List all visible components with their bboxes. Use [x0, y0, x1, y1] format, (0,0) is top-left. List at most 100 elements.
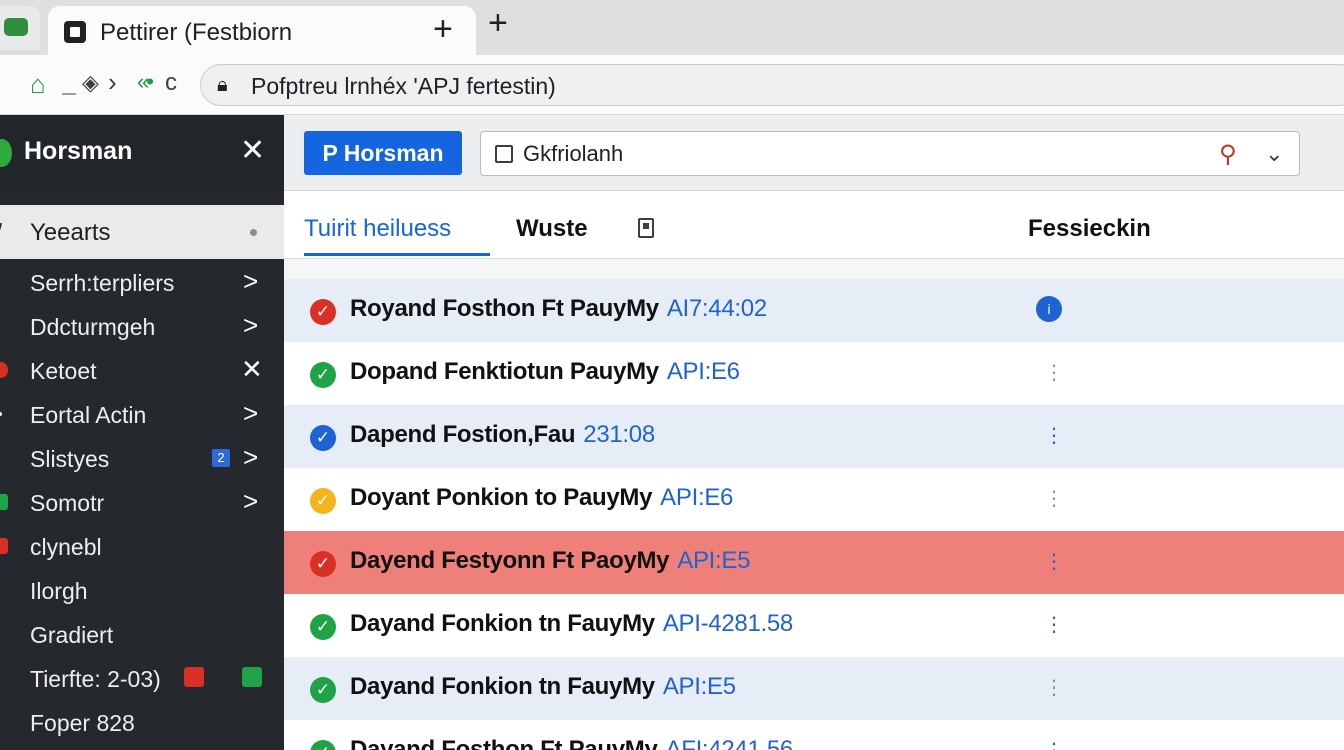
row-text: Royand Fosthon Ft PauyMy AI7:44:02: [350, 295, 767, 323]
sidebar: Horsman ✕ / Yeearts Serrh:terpliers > Dd…: [0, 115, 284, 750]
search-field[interactable]: ⚲ ⌄: [480, 131, 1300, 176]
sidebar-item[interactable]: Serrh:terpliers >: [0, 260, 284, 304]
table-row[interactable]: ✓ Dayand Fosthon Ft PauyMy AFI:4241.56 ⋮: [284, 720, 1344, 750]
more-options-icon[interactable]: ⋮: [1044, 612, 1064, 637]
info-icon[interactable]: i: [1036, 296, 1062, 322]
success-status-icon: ✓: [310, 677, 336, 703]
document-icon[interactable]: [638, 218, 654, 238]
sidebar-item-label: Foper 828: [30, 710, 135, 736]
row-title: Doyant Ponkion to PauyMy: [350, 484, 653, 511]
address-bar[interactable]: 🔒︎ Pofptreu lrnhéx 'APJ fertestin): [200, 64, 1344, 106]
active-tab-indicator: [304, 253, 490, 256]
table-row[interactable]: ✓ Dayend Festyonn Ft PaoyMy API:E5 ⋮: [284, 531, 1344, 594]
error-status-icon: ✓: [310, 551, 336, 577]
tab-active[interactable]: Tuirit heiluess: [304, 215, 451, 243]
tab-fourth[interactable]: Fessieckin: [1028, 215, 1151, 243]
browser-toolbar: ⌂ ◈ › «• c 🔒︎ Pofptreu lrnhéx 'APJ ferte…: [0, 55, 1344, 115]
sidebar-item[interactable]: Somotr >: [0, 480, 284, 524]
close-icon[interactable]: ✕: [241, 354, 263, 385]
checkbox-icon[interactable]: [495, 145, 513, 163]
brand-button[interactable]: P Horsman: [304, 131, 462, 175]
sidebar-header: Horsman ✕: [0, 115, 284, 191]
sidebar-section-label: Yeearts: [30, 219, 111, 246]
sidebar-item-label: Tierfte: 2-03): [30, 666, 161, 692]
row-code: 231:08: [583, 421, 655, 448]
sidebar-section[interactable]: / Yeearts: [0, 205, 284, 259]
table-row[interactable]: ✓ Dayand Fonkion tn FauyMy API:E5 ⋮: [284, 657, 1344, 720]
tab-favicon-icon: [4, 18, 28, 36]
sidebar-item[interactable]: Eortal Actin >: [0, 392, 284, 436]
dot-icon: [250, 229, 257, 236]
sidebar-item[interactable]: Ddcturmgeh >: [0, 304, 284, 348]
table-row[interactable]: ✓ Royand Fosthon Ft PauyMy AI7:44:02 i: [284, 279, 1344, 342]
success-status-icon: ✓: [310, 614, 336, 640]
tab-add-icon[interactable]: +: [433, 12, 453, 46]
browser-tab-strip: Pettirer (Festbiorn + +: [0, 0, 1344, 55]
address-text[interactable]: Pofptreu lrnhéx 'APJ fertestin): [251, 73, 556, 100]
more-options-icon[interactable]: ⋮: [1044, 738, 1064, 750]
sidebar-item[interactable]: Tierfte: 2-03): [0, 656, 284, 700]
warning-status-icon: ✓: [310, 488, 336, 514]
close-icon[interactable]: ✕: [240, 133, 265, 168]
row-code: API-4281.58: [662, 610, 793, 637]
sidebar-item[interactable]: Foper 828: [0, 700, 284, 744]
green-flag-icon[interactable]: [242, 667, 262, 687]
sidebar-item[interactable]: clynebl: [0, 524, 284, 568]
chevron-right-icon: >: [243, 266, 259, 296]
stethoscope-icon[interactable]: ⚲: [1219, 140, 1237, 169]
chevron-right-icon: >: [243, 310, 259, 340]
row-code: AI7:44:02: [666, 295, 767, 322]
row-code: AFI:4241.56: [665, 736, 794, 750]
active-tab[interactable]: Pettirer (Festbiorn +: [48, 6, 476, 55]
red-flag-icon[interactable]: [184, 667, 204, 687]
row-title: Dayand Fonkion tn FauyMy: [350, 610, 655, 637]
row-text: Dopand Fenktiotun PauyMy API:E6: [350, 358, 740, 386]
reload-icon[interactable]: c: [165, 69, 177, 97]
row-title: Dopand Fenktiotun PauyMy: [350, 358, 659, 385]
lock-icon[interactable]: 🔒︎: [217, 74, 228, 97]
more-options-icon[interactable]: ⋮: [1044, 675, 1064, 700]
sidebar-title: Horsman: [24, 137, 133, 165]
extension-icon[interactable]: «•: [137, 69, 154, 95]
logo-icon: [0, 139, 12, 167]
tab-second[interactable]: Wuste: [516, 215, 588, 243]
table-row[interactable]: ✓ Doyant Ponkion to PauyMy API:E6 ⋮: [284, 468, 1344, 531]
more-options-icon[interactable]: ⋮: [1044, 360, 1064, 385]
sidebar-item-label: Ilorgh: [30, 578, 88, 604]
sidebar-item[interactable]: Ilorgh: [0, 568, 284, 612]
tab-title: Pettirer (Festbiorn: [100, 19, 293, 46]
page-favicon-icon: [64, 21, 86, 43]
forward-icon[interactable]: ›: [108, 67, 117, 98]
success-status-icon: ✓: [310, 362, 336, 388]
chevron-down-icon[interactable]: ⌄: [1265, 141, 1283, 167]
sidebar-item[interactable]: Slistyes 2 >: [0, 436, 284, 480]
location-icon[interactable]: ◈: [82, 70, 99, 96]
sidebar-item-label: Ketoet: [30, 358, 97, 384]
search-input[interactable]: [523, 140, 1203, 168]
main-header: P Horsman ⚲ ⌄: [284, 115, 1344, 191]
sidebar-item-label: Eortal Actin: [30, 402, 147, 428]
previous-tab[interactable]: [0, 6, 40, 50]
sidebar-item[interactable]: Ketoet ✕: [0, 348, 284, 392]
row-title: Royand Fosthon Ft PauyMy: [350, 295, 659, 322]
more-options-icon[interactable]: ⋮: [1044, 486, 1064, 511]
more-options-icon[interactable]: ⋮: [1044, 423, 1064, 448]
new-tab-button[interactable]: +: [488, 6, 508, 40]
chevron-icon: /: [0, 219, 2, 245]
row-title: Dayand Fosthon Ft PauyMy: [350, 736, 658, 750]
more-options-icon[interactable]: ⋮: [1044, 549, 1064, 574]
row-text: Dayend Festyonn Ft PaoyMy API:E5: [350, 547, 750, 575]
row-text: Dayand Fonkion tn FauyMy API:E5: [350, 673, 736, 701]
table-row[interactable]: ✓ Dayand Fonkion tn FauyMy API-4281.58 ⋮: [284, 594, 1344, 657]
home-icon[interactable]: ⌂: [30, 69, 46, 100]
main-panel: P Horsman ⚲ ⌄ Tuirit heiluess Wuste Fess…: [284, 115, 1344, 750]
sidebar-item-label: clynebl: [30, 534, 102, 560]
status-square-icon: [0, 494, 8, 510]
info-status-icon: ✓: [310, 425, 336, 451]
sidebar-item[interactable]: Gradiert: [0, 612, 284, 656]
list-spacer: [284, 259, 1344, 279]
table-row[interactable]: ✓ Dapend Fostion,Fau 231:08 ⋮: [284, 405, 1344, 468]
sidebar-item-label: Ddcturmgeh: [30, 314, 156, 340]
chevron-right-icon: >: [243, 442, 259, 472]
table-row[interactable]: ✓ Dopand Fenktiotun PauyMy API:E6 ⋮: [284, 342, 1344, 405]
